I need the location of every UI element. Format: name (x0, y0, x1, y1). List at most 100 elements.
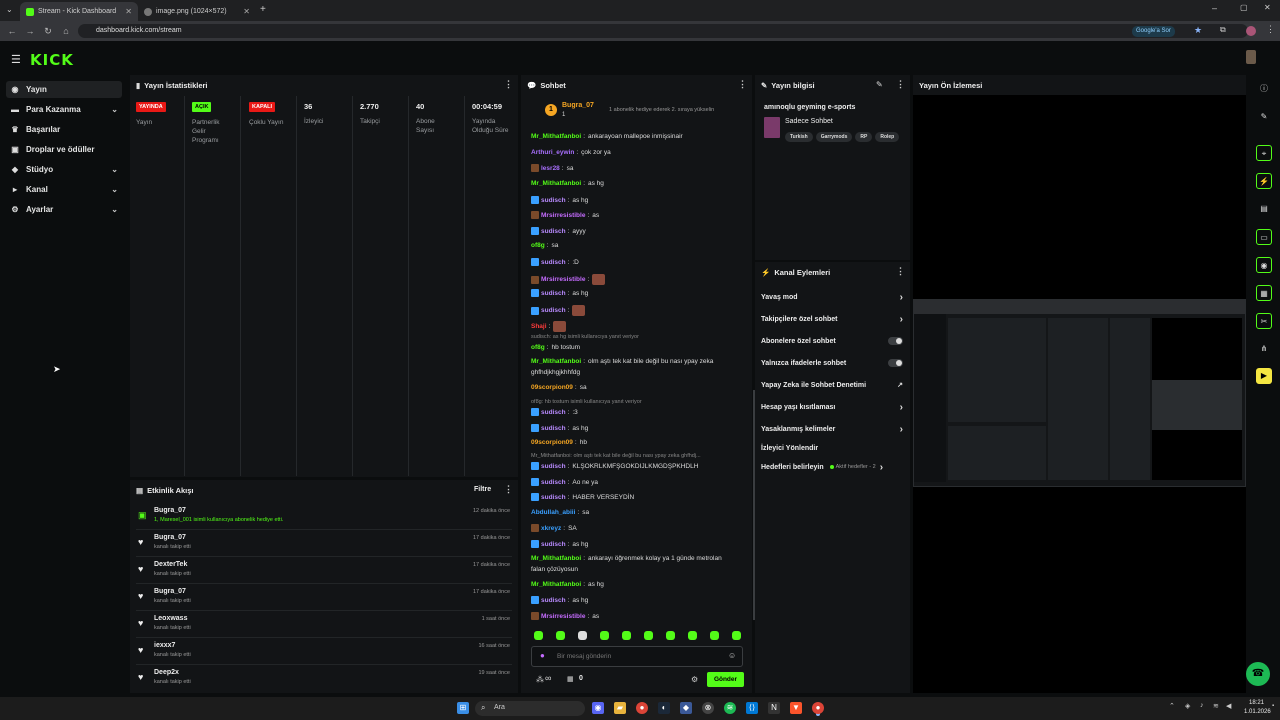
chat-username[interactable]: Mr_Mithatfanboi (531, 581, 581, 588)
more-options-icon[interactable]: ⋮ (896, 79, 905, 90)
profile-avatar[interactable] (1246, 26, 1256, 36)
xbox-icon[interactable]: ⊗ (702, 702, 714, 714)
notification-icon[interactable]: ▪ (1272, 703, 1274, 709)
google-ask-button[interactable]: Google'a Sor (1132, 26, 1175, 37)
event-user[interactable]: Deep2x (154, 669, 179, 676)
send-button[interactable]: Gönder (707, 672, 744, 687)
tray-app-icon[interactable]: ◈ (1185, 702, 1190, 710)
event-user[interactable]: Bugra_07 (154, 534, 186, 541)
broadcast-icon[interactable]: ◉ (1256, 257, 1272, 273)
chat-username[interactable]: Mr_Mithatfanboi (531, 180, 581, 187)
sidebar-item-ayarlar[interactable]: ⚙ Ayarlar ⌄ (6, 201, 122, 218)
chat-username[interactable]: of8g (531, 242, 545, 249)
chat-username[interactable]: sudisch (541, 425, 566, 432)
chat-username[interactable]: Shaji (531, 323, 547, 330)
clock-date[interactable]: 1.01.2026 (1244, 709, 1271, 715)
tab-kick-dashboard[interactable]: Stream - Kick Dashboard ✕ (20, 2, 138, 21)
chat-username[interactable]: Mrsirresistible (541, 212, 585, 219)
chat-username[interactable]: Mrsirresistible (541, 276, 585, 283)
tray-chevron-icon[interactable]: ⌃ (1169, 702, 1175, 710)
tag[interactable]: Rolep (875, 132, 900, 142)
spotify-icon[interactable]: ≋ (724, 702, 736, 714)
filter-button[interactable]: Filtre (474, 486, 491, 493)
minimize-button[interactable]: – (1212, 3, 1217, 13)
chat-settings-icon[interactable]: ⚙ (691, 675, 698, 684)
sidebar-item-studyo[interactable]: ◆ Stüdyo ⌄ (6, 161, 122, 178)
chat-username[interactable]: lesr28 (541, 165, 560, 172)
more-options-icon[interactable]: ⋮ (896, 266, 905, 277)
action-slow-mode[interactable]: Yavaş mod › (761, 289, 903, 305)
pinned-gift-leaderboard[interactable]: 1 Bugra_07 1 1 abonelik hediye ederek 2.… (531, 99, 745, 126)
event-user[interactable]: iexxx7 (154, 642, 175, 649)
back-icon[interactable]: ← (6, 25, 18, 37)
chat-username[interactable]: sudisch (541, 597, 566, 604)
event-user[interactable]: Leoxwass (154, 615, 187, 622)
chat-username[interactable]: Arthuri_eywin (531, 149, 574, 156)
action-ai-moderation[interactable]: Yapay Zeka ile Sohbet Denetimi ↗ (761, 377, 903, 393)
discord-icon[interactable]: ◉ (592, 702, 604, 714)
event-user[interactable]: Bugra_07 (154, 507, 186, 514)
brave-icon[interactable]: ▼ (790, 702, 802, 714)
support-chat-button[interactable]: ☎ (1246, 662, 1270, 686)
tab-image[interactable]: image.png (1024×572) ✕ (138, 2, 256, 21)
chat-username[interactable]: xkreyz (541, 525, 561, 532)
document-icon[interactable]: ▤ (1256, 201, 1272, 217)
app-n-icon[interactable]: N (768, 702, 780, 714)
menu-dots-icon[interactable]: ⋮ (1266, 24, 1275, 35)
hamburger-menu-icon[interactable]: ☰ (11, 53, 21, 66)
chat-username[interactable]: Mrsirresistible (541, 613, 585, 620)
emote-icon[interactable] (710, 631, 719, 640)
action-subscribers-only[interactable]: Abonelere özel sohbet (761, 333, 903, 349)
action-followers-only[interactable]: Takipçilere özel sohbet › (761, 311, 903, 327)
close-tab-icon[interactable]: ✕ (243, 7, 250, 16)
action-emotes-only[interactable]: Yalnızca ifadelerle sohbet (761, 355, 903, 371)
close-window-button[interactable]: ✕ (1264, 3, 1271, 12)
chat-username[interactable]: sudisch (541, 541, 566, 548)
sidebar-item-droplar[interactable]: ▣ Droplar ve ödüller (6, 141, 122, 158)
clock-time[interactable]: 18:21 (1249, 700, 1264, 706)
box-icon[interactable]: ▦ (567, 675, 574, 683)
emoji-icon[interactable]: ☺ (728, 651, 736, 660)
chat-username[interactable]: of8g (531, 344, 545, 351)
emote-icon[interactable] (578, 631, 587, 640)
action-account-age[interactable]: Hesap yaşı kısıtlaması › (761, 399, 903, 415)
chat-username[interactable]: sudisch (541, 479, 566, 486)
more-options-icon[interactable]: ⋮ (504, 79, 513, 90)
action-redirect-viewers[interactable]: İzleyici Yönlendir (761, 440, 903, 456)
more-options-icon[interactable]: ⋮ (738, 79, 747, 90)
wrench-icon[interactable]: ✎ (1256, 109, 1272, 125)
chat-icon[interactable]: ▭ (1256, 229, 1272, 245)
chat-username[interactable]: sudisch (541, 228, 566, 235)
chat-username[interactable]: sudisch (541, 463, 566, 470)
vscode-icon[interactable]: ⟨⟩ (746, 702, 758, 714)
tools-icon[interactable]: ✂ (1256, 313, 1272, 329)
more-options-icon[interactable]: ⋮ (504, 484, 513, 495)
action-banned-words[interactable]: Yasaklanmış kelimeler › (761, 421, 903, 437)
stream-preview-video[interactable] (913, 299, 1246, 487)
tag[interactable]: Turkish (785, 132, 813, 142)
chat-username[interactable]: Abdullah_abiii (531, 509, 575, 516)
chat-input[interactable]: ● Bir mesaj gönderin ☺ (531, 646, 743, 667)
emote-icon[interactable] (732, 631, 741, 640)
app-icon[interactable]: ◆ (680, 702, 692, 714)
user-avatar[interactable] (1246, 50, 1256, 64)
sidebar-item-kanal[interactable]: ▸ Kanal ⌄ (6, 181, 122, 198)
windows-start-icon[interactable]: ⊞ (457, 702, 469, 714)
maximize-button[interactable]: ▢ (1240, 3, 1248, 12)
chat-username[interactable]: sudisch (541, 290, 566, 297)
event-user[interactable]: Bugra_07 (154, 588, 186, 595)
volume-icon[interactable]: ◀ (1226, 702, 1231, 710)
pinned-user[interactable]: Bugra_07 (562, 102, 594, 109)
share-icon[interactable]: ⋔ (1256, 341, 1272, 357)
steam-icon[interactable]: ◐ (658, 702, 670, 714)
bookmark-star-icon[interactable]: ★ (1194, 25, 1202, 36)
emote-icon[interactable] (534, 631, 543, 640)
emote-icon[interactable] (666, 631, 675, 640)
chat-username[interactable]: Mr_Mithatfanboi (531, 555, 581, 562)
extensions-icon[interactable]: ⧉ (1220, 25, 1226, 35)
emote-icon[interactable] (556, 631, 565, 640)
microphone-icon[interactable]: ● (540, 651, 545, 660)
points-icon[interactable]: ⁂ (536, 675, 544, 684)
chat-username[interactable]: sudisch (541, 494, 566, 501)
tag[interactable]: RP (855, 132, 873, 142)
